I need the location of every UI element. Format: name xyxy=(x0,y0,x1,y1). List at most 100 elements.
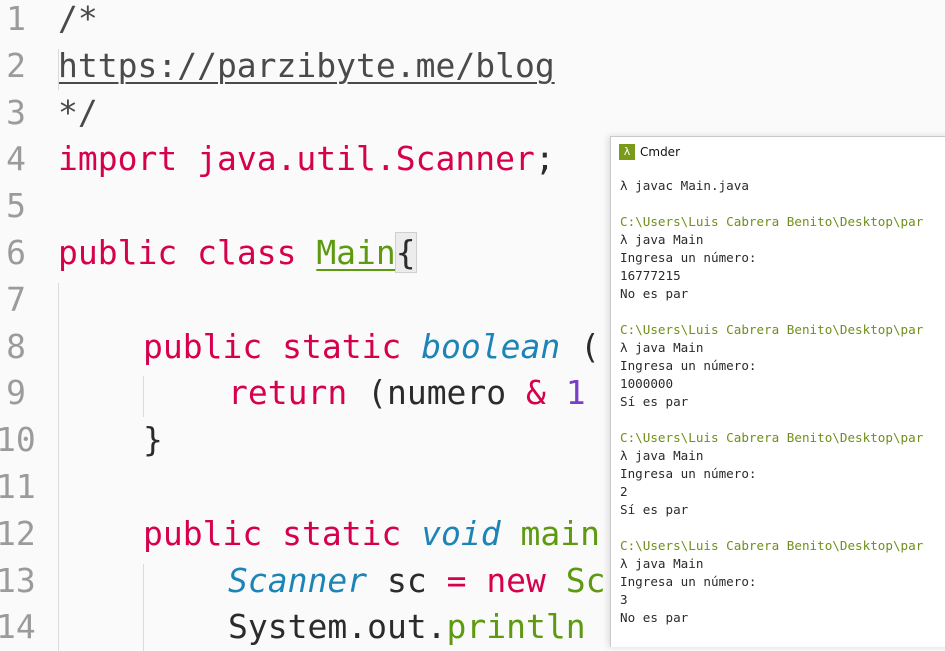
code-text: import java.util.Scanner; xyxy=(58,136,555,183)
code-text: return (numero & 1 xyxy=(228,370,586,417)
code-token: java.util.Scanner xyxy=(197,139,535,179)
code-line[interactable]: 3 */ xyxy=(0,90,945,137)
code-token[interactable]: https://parzibyte.me/blog xyxy=(58,46,555,85)
terminal-line: No es par xyxy=(620,286,689,301)
code-token: & xyxy=(526,373,546,413)
code-token: Main xyxy=(316,233,396,272)
code-token: /* xyxy=(58,0,98,38)
terminal-line: Sí es par xyxy=(620,394,689,409)
code-token: (numero xyxy=(347,373,527,413)
terminal-line: Ingresa un número: xyxy=(620,466,757,481)
terminal-line: 3 xyxy=(620,592,628,607)
terminal-line: 16777215 xyxy=(620,268,681,283)
code-token: Scanner xyxy=(228,560,368,600)
terminal-line: 1000000 xyxy=(620,376,674,391)
code-token: public xyxy=(58,233,178,272)
terminal-line: λ javac Main.java xyxy=(620,178,749,193)
line-number: 8 xyxy=(6,326,26,366)
line-number: 13 xyxy=(0,560,36,600)
code-token: sc xyxy=(367,560,447,600)
code-token: ( xyxy=(560,326,601,366)
terminal-title: Cmder xyxy=(640,145,681,159)
terminal-line: λ java Main xyxy=(620,232,704,247)
code-token: boolean xyxy=(421,326,561,366)
code-token: Sc xyxy=(565,560,606,600)
code-token: import xyxy=(58,139,178,179)
indent-guide xyxy=(143,563,144,651)
code-line[interactable]: 2 https://parzibyte.me/blog xyxy=(0,43,945,90)
code-text: */ xyxy=(58,90,98,137)
terminal-line: Ingresa un número: xyxy=(620,358,757,373)
terminal-line: λ java Main xyxy=(620,448,704,463)
terminal-line: Ingresa un número: xyxy=(620,574,757,589)
terminal-line: Sí es par xyxy=(620,502,689,517)
code-text: public static void main xyxy=(143,511,600,558)
code-token: static xyxy=(282,326,402,366)
line-number: 4 xyxy=(6,139,26,179)
code-token: 1 xyxy=(565,373,586,413)
code-text: /* xyxy=(58,0,98,43)
code-text: public static boolean ( xyxy=(143,324,600,371)
line-number: 1 xyxy=(6,0,26,38)
code-token: return xyxy=(228,373,348,413)
code-token: public xyxy=(143,326,263,366)
line-number: 9 xyxy=(6,373,26,413)
indent-guide xyxy=(58,48,59,90)
code-token: = xyxy=(446,560,467,600)
terminal-line: λ java Main xyxy=(620,340,704,355)
code-token: System.out. xyxy=(228,607,447,647)
code-line[interactable]: 1 /* xyxy=(0,0,945,43)
code-text: public class Main{ xyxy=(58,230,417,277)
code-token: public xyxy=(143,513,263,553)
code-token: static xyxy=(282,513,402,553)
terminal-line: Ingresa un número: xyxy=(620,250,757,265)
code-token: */ xyxy=(58,92,98,132)
code-token: } xyxy=(143,420,163,460)
terminal-line: C:\Users\Luis Cabrera Benito\Desktop\par xyxy=(620,430,924,445)
terminal-line: No es par xyxy=(620,610,689,625)
line-number: 12 xyxy=(0,513,36,553)
code-token: { xyxy=(394,232,417,273)
terminal-line: C:\Users\Luis Cabrera Benito\Desktop\par xyxy=(620,538,924,553)
code-token: main xyxy=(520,513,601,553)
terminal-line: C:\Users\Luis Cabrera Benito\Desktop\par xyxy=(620,322,924,337)
indent-guide xyxy=(143,376,144,418)
code-token: void xyxy=(421,513,501,553)
terminal-output[interactable]: λ javac Main.java C:\Users\Luis Cabrera B… xyxy=(620,177,945,627)
indent-guide xyxy=(58,282,59,651)
line-number: 10 xyxy=(0,420,36,460)
line-number: 14 xyxy=(0,607,36,647)
terminal-line: C:\Users\Luis Cabrera Benito\Desktop\par xyxy=(620,214,924,229)
terminal-line: 2 xyxy=(620,484,628,499)
line-number: 5 xyxy=(6,186,26,226)
line-number: 7 xyxy=(6,279,26,319)
line-number: 11 xyxy=(0,467,36,506)
line-number: 6 xyxy=(6,233,26,272)
code-text: System.out.println xyxy=(228,604,586,651)
code-token: new xyxy=(486,560,546,600)
code-text: } xyxy=(143,417,163,464)
code-text: Scanner sc = new Sc xyxy=(228,558,606,605)
terminal-title-bar[interactable]: λ Cmder xyxy=(611,137,945,167)
code-token: println xyxy=(446,607,586,647)
code-token: ; xyxy=(534,139,555,179)
code-token: class xyxy=(197,233,297,272)
code-text: https://parzibyte.me/blog xyxy=(58,43,555,90)
cmder-terminal-window[interactable]: λ Cmder λ javac Main.java C:\Users\Luis C… xyxy=(610,136,945,647)
line-number: 3 xyxy=(6,92,26,132)
lambda-icon: λ xyxy=(619,144,635,160)
